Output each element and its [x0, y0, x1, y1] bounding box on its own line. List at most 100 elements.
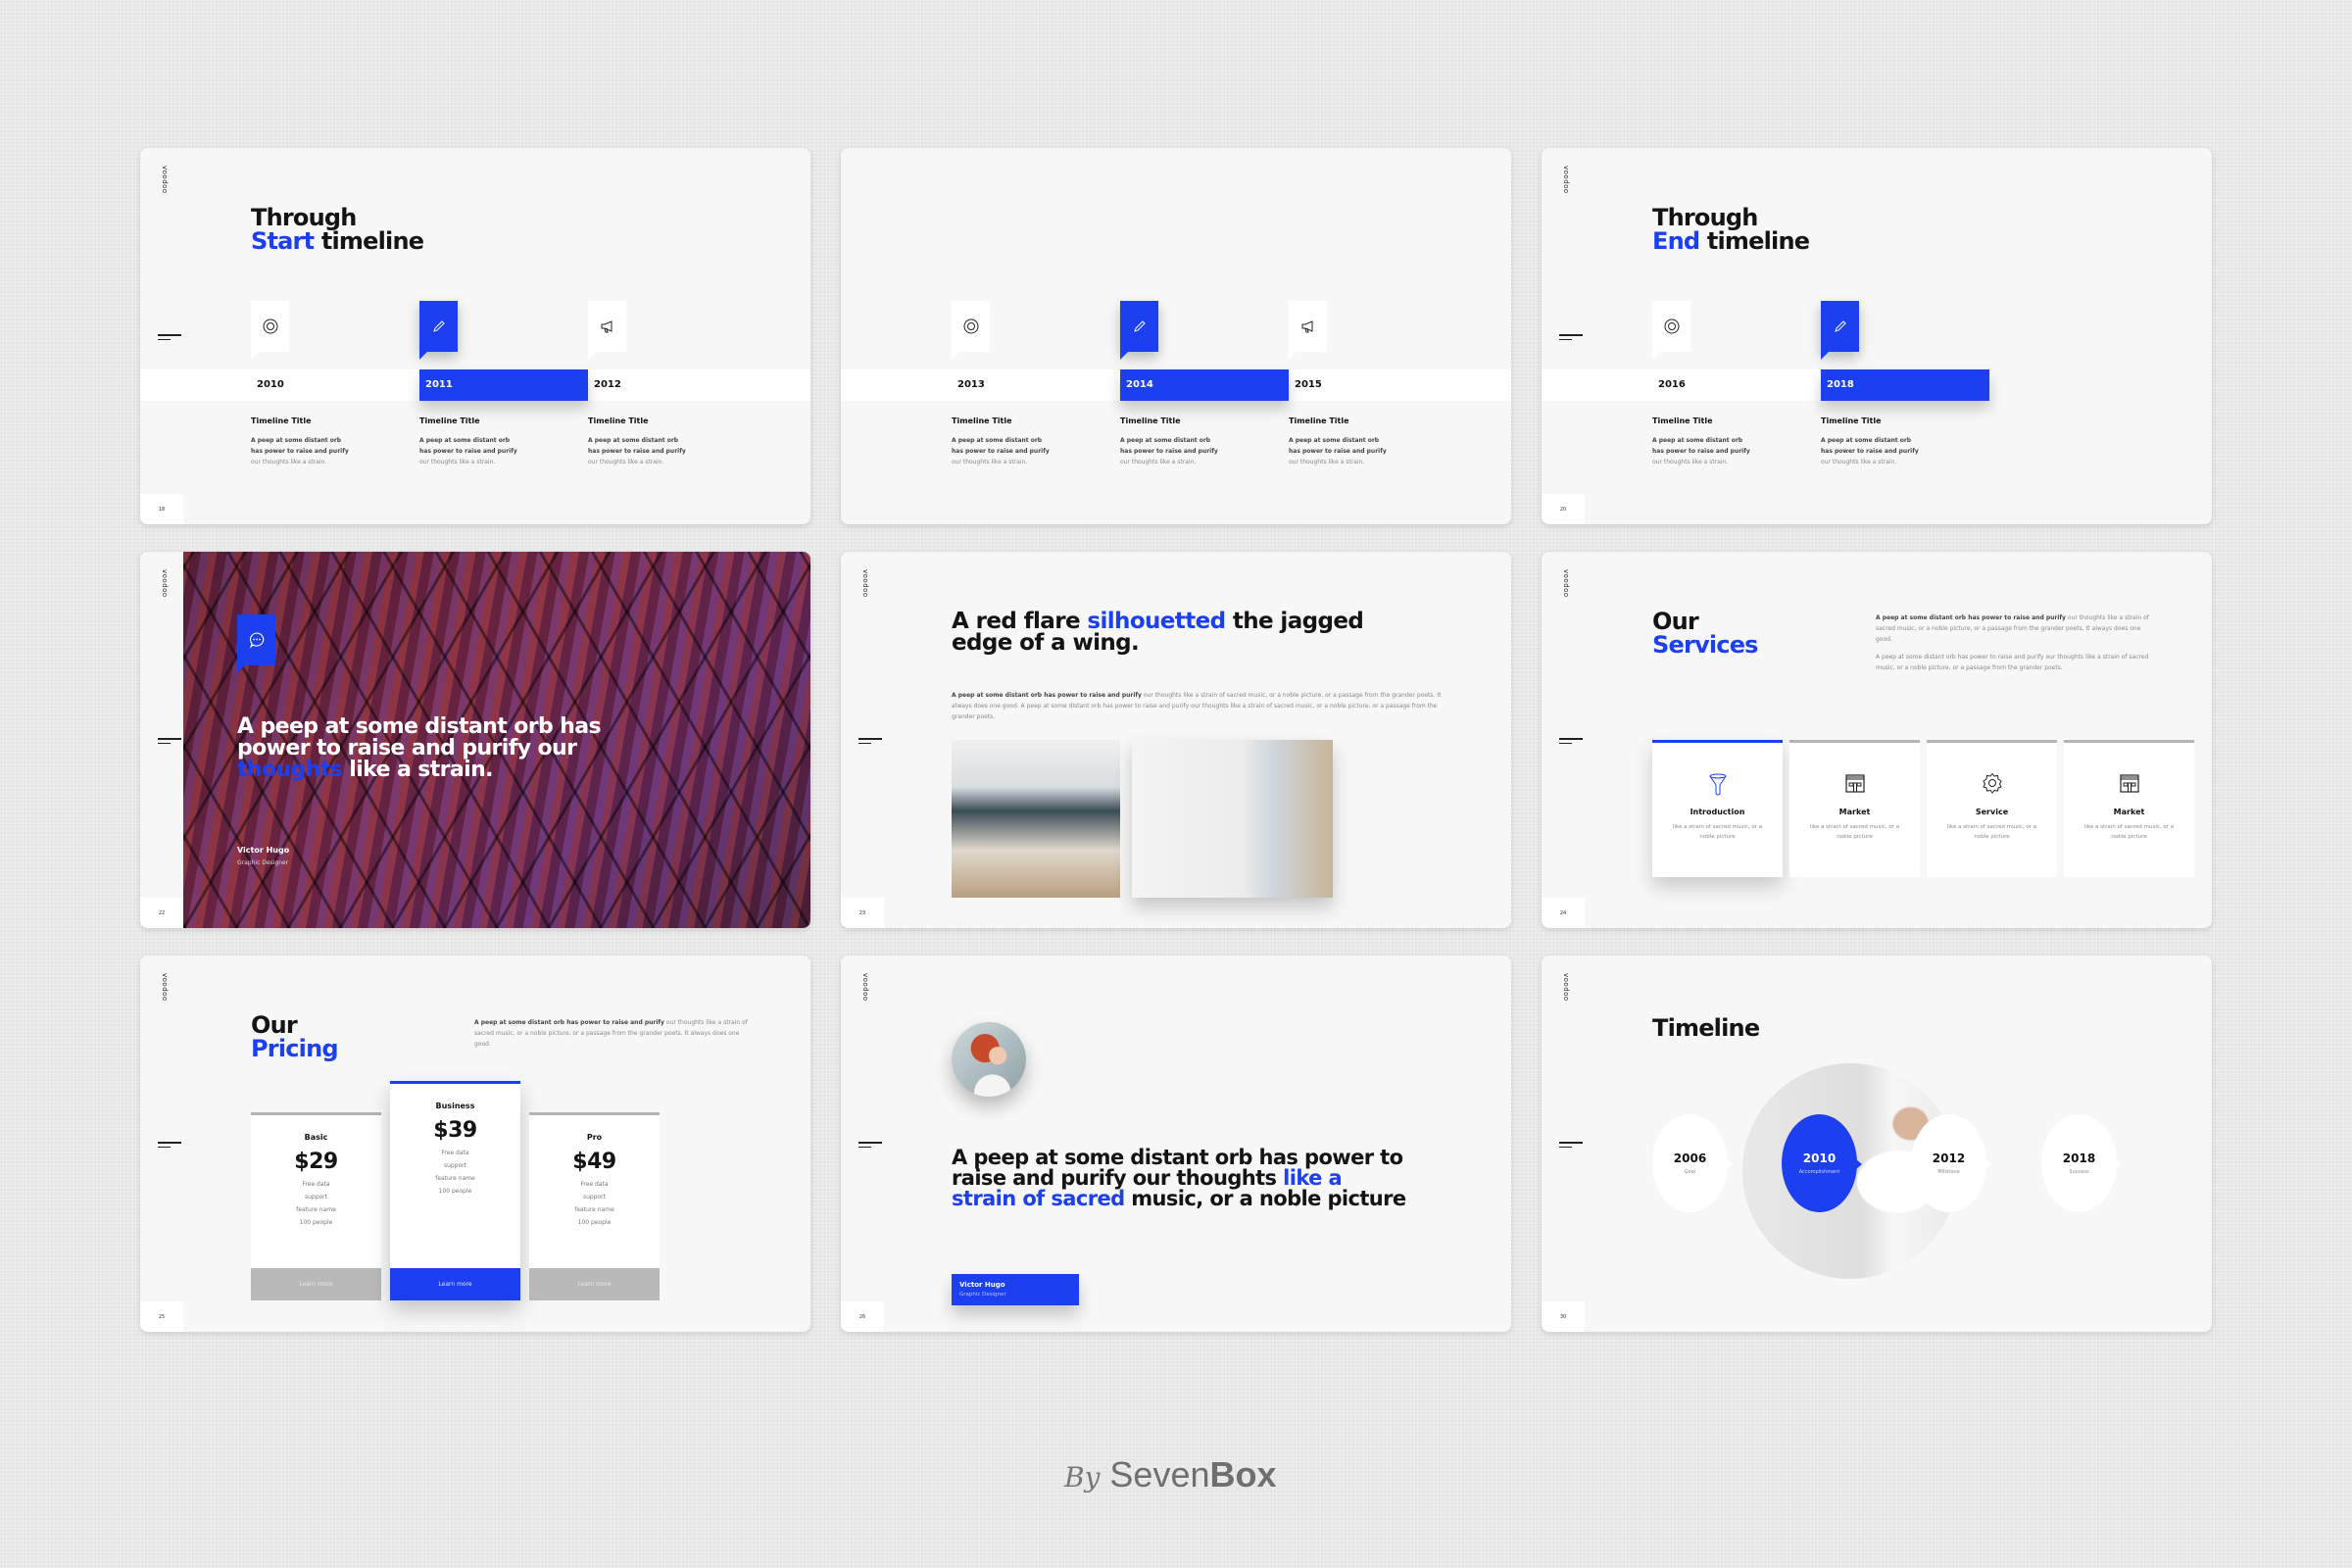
brand-label: voodoo — [161, 569, 169, 598]
quote-text: A peep at some distant orb has power to … — [952, 1146, 1406, 1210]
milestone-circle: 2012 Millstone — [1911, 1114, 1991, 1212]
author-badge: Victor Hugo Graphic Designer — [952, 1274, 1079, 1305]
brand-label: voodoo — [161, 973, 169, 1002]
storefront-icon — [1844, 774, 1865, 793]
learn-more-button[interactable]: Learn more — [529, 1268, 660, 1300]
slide-title: Timeline — [1652, 1014, 1760, 1042]
timeline-year: 2015 — [1295, 379, 1322, 390]
brand-label: voodoo — [861, 973, 869, 1002]
service-desc: like a strain of sacred music, or a nobl… — [1809, 824, 1900, 840]
brand-label: voodoo — [1562, 166, 1570, 194]
service-card[interactable]: Service like a strain of sacred music, o… — [1927, 740, 2057, 877]
services-intro: A peep at some distant orb has power to … — [1876, 614, 2149, 671]
timeline-title: Timeline Title — [251, 416, 312, 425]
plan-name: Basic — [304, 1133, 328, 1142]
menu-icon — [1559, 738, 1583, 748]
credit-by: By — [1064, 1461, 1101, 1494]
milestone-label: Goal — [1684, 1169, 1696, 1175]
plan-name: Pro — [586, 1133, 603, 1142]
gear-icon — [1982, 772, 2002, 794]
slide-red-flare[interactable]: voodoo A red flare silhouetted the jagge… — [841, 552, 1511, 928]
pricing-intro: A peep at some distant orb has power to … — [474, 1019, 748, 1048]
slide-title: Through Start timeline — [251, 204, 424, 255]
brand-label: voodoo — [161, 166, 169, 194]
timeline-desc: A peep at some distant orb has power to … — [952, 437, 1050, 466]
funnel-icon — [1709, 773, 1726, 796]
milestone-year: 2010 — [1802, 1152, 1837, 1165]
credit-name-bold: Box — [1209, 1454, 1277, 1494]
title-rest: timeline — [314, 227, 424, 255]
timeline-desc: A peep at some distant orb has power to … — [1821, 437, 1919, 466]
slide-timeline-continued[interactable]: 2013 Timeline Title A peep at some dista… — [841, 148, 1511, 524]
timeline-year: 2010 — [257, 379, 284, 390]
milestone-year: 2018 — [2062, 1152, 2096, 1165]
menu-icon — [1559, 334, 1583, 344]
service-card[interactable]: Introduction like a strain of sacred mus… — [1652, 740, 1783, 877]
timeline-year: 2013 — [957, 379, 985, 390]
pencil-icon — [1834, 320, 1846, 332]
slide-quote-photo[interactable]: voodoo A peep at some distant orb has po… — [140, 552, 810, 928]
timeline-desc: A peep at some distant orb has power to … — [251, 437, 349, 466]
slide-our-pricing[interactable]: voodoo Our Pricing A peep at some distan… — [140, 956, 810, 1332]
pencil-icon — [432, 320, 445, 332]
service-name: Market — [2113, 808, 2145, 816]
chat-bubble-icon — [249, 632, 264, 649]
milestone-year: 2006 — [1673, 1152, 1707, 1165]
timeline-desc: A peep at some distant orb has power to … — [588, 437, 686, 466]
learn-more-button[interactable]: Learn more — [390, 1268, 520, 1300]
slide-timeline-circles[interactable]: voodoo Timeline 2006 Goal 2010 Accomplis… — [1542, 956, 2212, 1332]
brand-label: voodoo — [861, 569, 869, 598]
menu-icon — [1559, 1142, 1583, 1152]
slide-testimonial[interactable]: voodoo A peep at some distant orb has po… — [841, 956, 1511, 1332]
author-role: Graphic Designer — [959, 1292, 1006, 1298]
avatar — [952, 1022, 1026, 1097]
menu-icon — [158, 334, 181, 344]
milestone-label: Accomplishment — [1798, 1169, 1840, 1175]
page-number: 24 — [1542, 898, 1585, 928]
milestone-circle: 2018 Success — [2041, 1114, 2122, 1212]
timeline-desc: A peep at some distant orb has power to … — [1289, 437, 1387, 466]
slide-title: A red flare silhouetted the jagged edge … — [952, 609, 1364, 656]
slide-title: Our Services — [1652, 608, 1758, 659]
service-card[interactable]: Market like a strain of sacred music, or… — [2064, 740, 2194, 877]
plan-name: Business — [435, 1102, 475, 1110]
plan-price: $39 — [433, 1118, 477, 1143]
title-rest: timeline — [1699, 227, 1810, 255]
menu-icon — [158, 738, 181, 748]
timeline-title: Timeline Title — [1821, 416, 1882, 425]
plan-price: $49 — [572, 1150, 616, 1174]
timeline-year: 2011 — [419, 369, 588, 401]
plan-features: Free data support feature name 100 people — [435, 1150, 475, 1195]
milestone-label: Millstone — [1937, 1169, 1960, 1175]
slide-through-end-timeline[interactable]: voodoo Through End timeline 2016 Timelin… — [1542, 148, 2212, 524]
title-line: Through — [251, 204, 357, 231]
timeline-title: Timeline Title — [1289, 416, 1349, 425]
timeline-desc: A peep at some distant orb has power to … — [1652, 437, 1750, 466]
author-credit: By Seven Box — [1064, 1454, 1277, 1495]
milestone-circle-active: 2010 Accomplishment — [1782, 1114, 1862, 1212]
quote-text: A peep at some distant orb has power to … — [237, 714, 602, 782]
page-number: 20 — [1542, 494, 1585, 524]
service-card[interactable]: Market like a strain of sacred music, or… — [1789, 740, 1920, 877]
slide-through-start-timeline[interactable]: voodoo Through Start timeline 2010 Timel… — [140, 148, 810, 524]
chat-badge — [237, 614, 275, 673]
brand-label: voodoo — [1562, 973, 1570, 1002]
plan-price: $29 — [294, 1150, 338, 1174]
author-name: Victor Hugo — [237, 846, 290, 855]
title-highlight: End — [1652, 227, 1700, 255]
page-number: 22 — [140, 898, 183, 928]
credit-name-light: Seven — [1109, 1454, 1210, 1494]
title-highlight: Start — [251, 227, 315, 255]
timeline-year: 2016 — [1658, 379, 1686, 390]
slide-our-services[interactable]: voodoo Our Services A peep at some dista… — [1542, 552, 2212, 928]
service-desc: like a strain of sacred music, or a nobl… — [1672, 824, 1763, 840]
storefront-icon — [2119, 774, 2139, 793]
service-desc: like a strain of sacred music, or a nobl… — [2083, 824, 2175, 840]
workspace-photo — [1132, 740, 1333, 898]
timeline-title: Timeline Title — [952, 416, 1012, 425]
learn-more-button[interactable]: Learn more — [251, 1268, 381, 1300]
page-number: 18 — [140, 494, 183, 524]
title-line: Through — [1652, 204, 1758, 231]
timeline-title: Timeline Title — [419, 416, 480, 425]
timeline-year: 2018 — [1821, 369, 1989, 401]
